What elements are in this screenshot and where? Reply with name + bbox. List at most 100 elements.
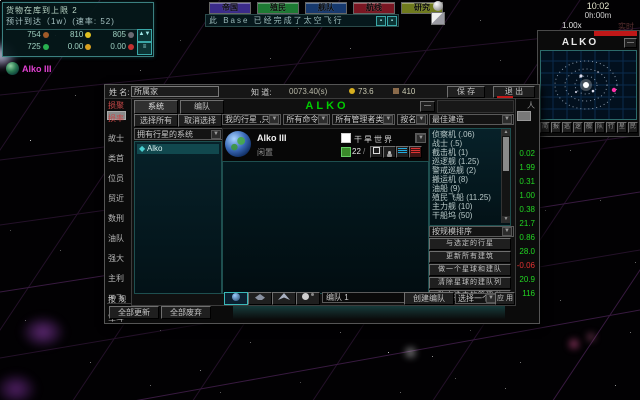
filter-moon-button[interactable] (296, 292, 320, 305)
filter-fighter-button[interactable] (272, 292, 296, 305)
build-list-item[interactable]: 搬运机 (8) (432, 175, 501, 184)
build-list-item[interactable]: 干船坞 (50) (432, 211, 501, 220)
planet-row[interactable]: Alko III 闲置 干旱世界 ▼ 22 / (222, 128, 429, 162)
popup-minimize-button[interactable]: — (420, 101, 435, 112)
queue-action-button[interactable]: 清除星球的建队列 (429, 277, 511, 289)
manager-label: 选择一个管理 (458, 294, 486, 303)
planet-detail-area[interactable] (222, 161, 429, 294)
row-label[interactable]: 位员 (108, 173, 132, 184)
alerts-button[interactable] (409, 146, 422, 158)
window-titlebar[interactable]: 姓 名: 所属家 知 道: 0073.40(s) 73.6 410 保 存 退 … (105, 85, 539, 99)
right-scroll-thumb[interactable] (517, 111, 531, 121)
menu-button[interactable]: 航线 (353, 2, 395, 14)
cargo-up-button[interactable]: ▲▼ (137, 29, 152, 42)
save-button[interactable]: 保 存 (447, 86, 485, 98)
mini-window-footer: 简 报 巡 逻 舰 队 行 星 民 (540, 122, 638, 133)
crew-button[interactable] (383, 146, 396, 158)
filter-planet-button[interactable] (224, 292, 248, 305)
build-list-item[interactable]: 巡逻舰 (1.25) (432, 157, 501, 166)
mini-footer-button[interactable]: 星 (617, 122, 627, 133)
pink-star-1 (570, 340, 578, 348)
name-input[interactable]: 所属家 (131, 86, 219, 97)
row-label[interactable]: 主利 (108, 273, 132, 284)
queue-action-button[interactable]: 做一个星球和建队 (429, 264, 511, 276)
message-prev-button[interactable]: ▪ (376, 16, 386, 26)
system-map[interactable] (540, 50, 637, 120)
popup-bottom-glow (233, 306, 505, 319)
menu-button[interactable]: 殖民 (257, 2, 299, 14)
filter-dropdown[interactable]: 我的行星 ,只▼ (222, 114, 281, 125)
select-planet-button[interactable] (370, 146, 383, 158)
build-list-item[interactable]: 侦察机 (.06) (432, 130, 501, 139)
mini-footer-button[interactable]: 舰 (584, 122, 594, 133)
row2-left-label: 损聚 (108, 100, 124, 111)
message-next-button[interactable]: ▪ (387, 16, 397, 26)
build-list-item[interactable]: 殖民飞船 (11.25) (432, 193, 501, 202)
nebula-purple-1 (20, 315, 66, 349)
cargo-list-button[interactable]: ≡ (137, 42, 152, 55)
row-label[interactable]: 贸近 (108, 193, 132, 204)
squad-name-input[interactable]: 编队 1 (322, 292, 405, 303)
own-systems-dropdown[interactable]: 拥有行星的系统▼ (134, 128, 223, 140)
world-type-chevron[interactable]: ▼ (415, 133, 426, 143)
filter-dropdown[interactable]: 按名▼ (397, 114, 428, 125)
menu-button[interactable]: 舰队 (305, 2, 347, 14)
queue-action-button[interactable]: 更新所有建筑 (429, 251, 511, 263)
planet-checkbox[interactable] (341, 133, 351, 143)
filter-dropdown[interactable]: 所有管理者类▼ (332, 114, 395, 125)
queue-button[interactable] (396, 146, 409, 158)
mini-footer-button[interactable]: 报 (551, 122, 561, 133)
row-label[interactable]: 损率 (108, 113, 132, 124)
update-all-button[interactable]: 全部更新 (109, 306, 159, 319)
apply-button[interactable]: 应 用 (495, 292, 515, 305)
row2-right-label: 人 (527, 100, 535, 111)
system-list-item[interactable]: ◆ Alko (137, 144, 219, 154)
scroll-up-icon: ▲ (502, 129, 510, 136)
row-label[interactable]: 类首 (108, 153, 132, 164)
tab-button[interactable]: 编队 (180, 100, 224, 114)
resource-icon (128, 44, 134, 50)
cargo-tooltip-line2: 预计到达（1w）(速率: 52) (6, 16, 148, 30)
mini-footer-button[interactable]: 队 (595, 122, 605, 133)
filter-ship-button[interactable] (248, 292, 272, 305)
create-squad-button[interactable]: 创建编队 (404, 292, 454, 305)
mini-window-minimize-button[interactable]: — (624, 38, 637, 48)
filter-dropdown[interactable]: 所有命令▼ (283, 114, 330, 125)
deselect-all-button[interactable]: 取消选择 (178, 114, 222, 127)
mini-footer-button[interactable]: 简 (540, 122, 550, 133)
message-bar[interactable]: 此 Base 已经完成了太空飞行 ▪ ▪ (205, 14, 399, 27)
build-list-item[interactable]: 截击机 (1) (432, 148, 501, 157)
build-list-item[interactable]: 油船 (9) (432, 184, 501, 193)
queue-action-button[interactable]: 与选定的行星 (429, 238, 511, 250)
best-build-dropdown[interactable]: 最佳建造▼ (429, 114, 514, 125)
menu-button[interactable]: 帝国 (209, 2, 251, 14)
mini-footer-button[interactable]: 民 (628, 122, 638, 133)
build-list-item[interactable]: 主力舰 (10) (432, 202, 501, 211)
build-list-item[interactable]: 战士 (.5) (432, 139, 501, 148)
sort-dropdown[interactable]: 按规模排序▼ (429, 226, 514, 237)
manager-dropdown[interactable]: 选择一个管理▼ (455, 293, 498, 304)
system-name: Alko (147, 144, 163, 153)
build-list-item[interactable]: 警戒巡舰 (2) (432, 166, 501, 175)
mini-footer-button[interactable]: 逻 (573, 122, 583, 133)
scroll-thumb (503, 137, 509, 171)
mini-footer-button[interactable]: 巡 (562, 122, 572, 133)
clock-time: 10:02 (560, 1, 636, 11)
row-label[interactable]: 数刑 (108, 213, 132, 224)
best-build-label: 最佳建造 (432, 115, 464, 124)
game-screen: 货物在库到上限 2 预计到达（1w）(速率: 52) 754 810 805 (0, 0, 640, 400)
planet-name: Alko III (257, 133, 287, 143)
row-label[interactable]: 故士 (108, 133, 132, 144)
discard-all-button[interactable]: 全部废弃 (161, 306, 211, 319)
build-scrollbar[interactable]: ▲ ▼ (501, 129, 510, 223)
selected-planet-marker[interactable]: Alko III (6, 62, 52, 75)
sphere-icon[interactable] (433, 1, 443, 11)
mini-footer-button[interactable]: 行 (606, 122, 616, 133)
cube-icon[interactable] (431, 12, 445, 25)
tab-button[interactable]: 系统 (134, 100, 178, 114)
row-label[interactable]: 强大 (108, 253, 132, 264)
gold-icon (349, 88, 355, 94)
select-all-button[interactable]: 选择所有 (134, 114, 178, 127)
row-label[interactable]: 油队 (108, 233, 132, 244)
planet-icon (6, 62, 19, 75)
